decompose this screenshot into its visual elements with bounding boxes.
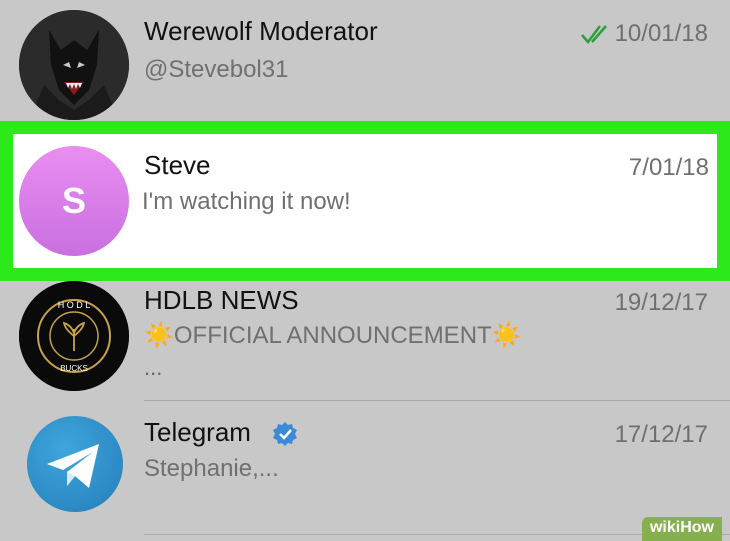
avatar: H O D L BUCKS bbox=[19, 281, 129, 391]
chat-name: Werewolf Moderator bbox=[144, 16, 378, 46]
chat-row-steve[interactable]: S Steve I'm watching it now! 7/01/18 bbox=[0, 121, 730, 281]
verified-badge-icon bbox=[273, 422, 297, 446]
chat-preview: Stephanie,... bbox=[144, 455, 279, 482]
double-check-icon bbox=[581, 25, 607, 44]
avatar bbox=[19, 10, 129, 120]
wikihow-watermark: wikiHow bbox=[641, 517, 722, 541]
chat-preview-more: ... bbox=[144, 355, 163, 380]
svg-text:H O D L: H O D L bbox=[58, 300, 91, 310]
chat-row-telegram[interactable]: Telegram Stephanie,... 17/12/17 bbox=[0, 401, 730, 541]
chat-date: 17/12/17 bbox=[614, 421, 708, 448]
avatar-initial: S bbox=[61, 180, 86, 221]
watermark-how: How bbox=[680, 519, 714, 536]
chat-row-werewolf-moderator[interactable]: Werewolf Moderator @Stevebol31 10/01/18 bbox=[0, 0, 730, 121]
chat-row-hdlb-news[interactable]: H O D L BUCKS HDLB NEWS ☀️OFFICIAL ANNOU… bbox=[0, 281, 730, 401]
telegram-logo-icon bbox=[47, 444, 99, 488]
chat-list: Werewolf Moderator @Stevebol31 10/01/18 … bbox=[0, 0, 730, 541]
svg-text:BUCKS: BUCKS bbox=[60, 364, 88, 373]
chat-name: HDLB NEWS bbox=[144, 285, 299, 315]
avatar: S bbox=[19, 146, 129, 256]
chat-name: Telegram bbox=[144, 417, 251, 447]
chat-date: 7/01/18 bbox=[628, 154, 709, 181]
avatar bbox=[27, 416, 123, 512]
watermark-wiki: wiki bbox=[649, 519, 681, 536]
chat-preview: I'm watching it now! bbox=[142, 188, 351, 215]
hodl-bucks-logo-icon: H O D L BUCKS bbox=[19, 281, 129, 391]
chat-name: Steve bbox=[144, 150, 211, 180]
werewolf-avatar-icon bbox=[19, 10, 129, 120]
chat-preview: @Stevebol31 bbox=[144, 56, 289, 83]
chat-date: 19/12/17 bbox=[614, 289, 708, 316]
chat-date: 10/01/18 bbox=[614, 20, 708, 47]
chat-preview: ☀️OFFICIAL ANNOUNCEMENT☀️ bbox=[144, 322, 522, 349]
